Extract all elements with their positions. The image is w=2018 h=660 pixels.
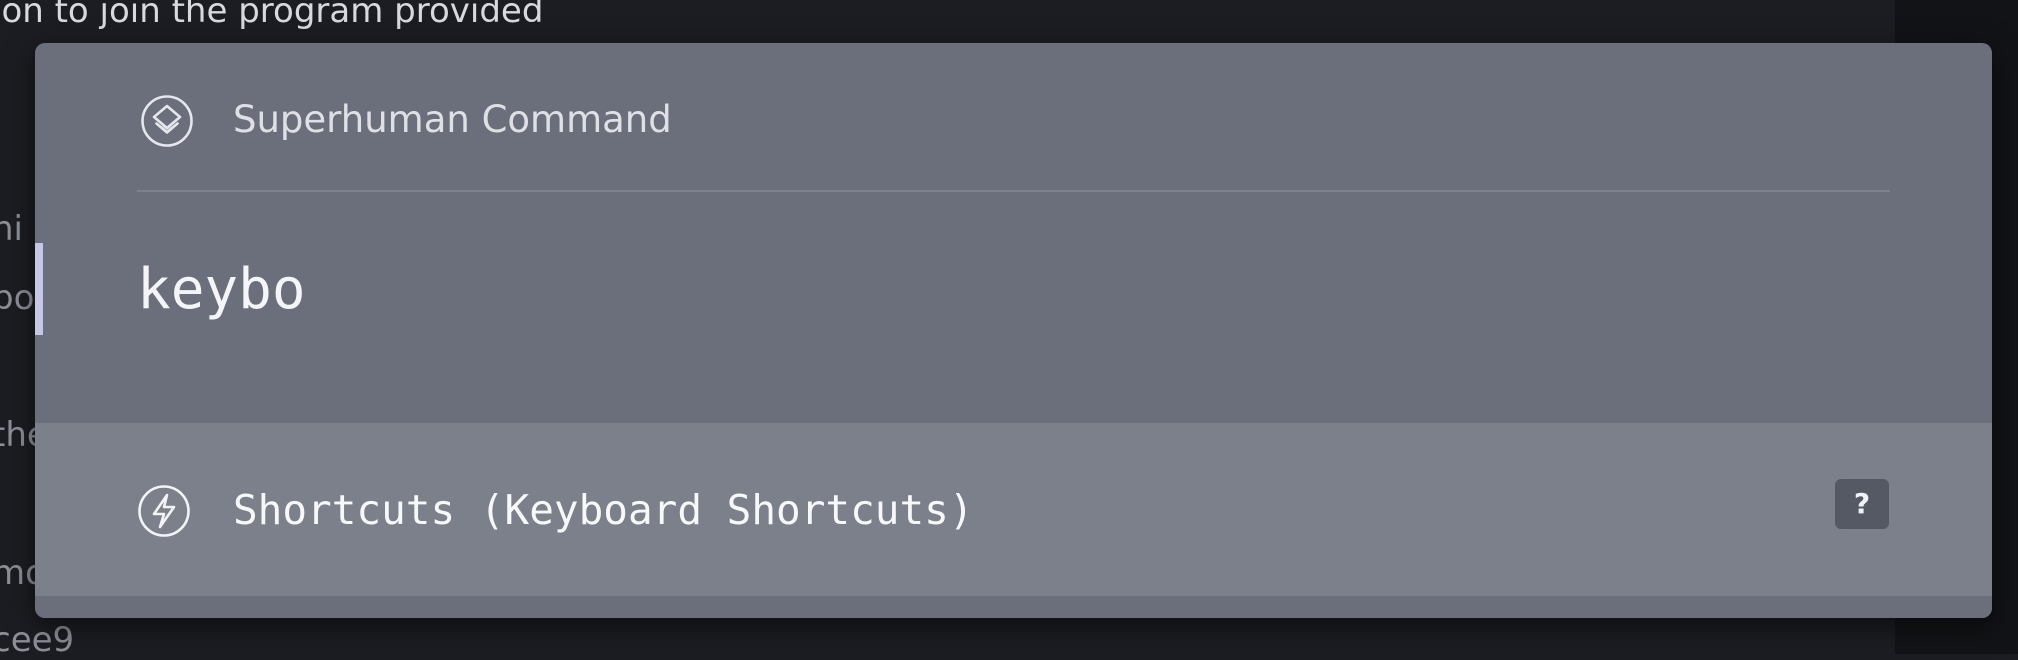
command-palette-header: Superhuman Command <box>35 43 1992 192</box>
lightning-bolt-icon <box>138 485 190 537</box>
superhuman-logo-icon <box>141 95 193 147</box>
email-body-fragment: hi <box>0 209 23 249</box>
header-divider <box>137 190 1890 192</box>
command-palette-footer <box>35 596 1992 618</box>
email-body-fragment: bo <box>0 278 35 318</box>
email-body-line: ion to join the program provided <box>0 0 544 31</box>
command-result-label: Shortcuts (Keyboard Shortcuts) <box>233 486 974 534</box>
command-palette: Superhuman Command Shortcuts (Keyboard S… <box>35 43 1992 618</box>
command-search-input[interactable] <box>137 245 1837 335</box>
email-body-fragment: cee9 <box>0 620 75 660</box>
command-input-row <box>35 243 1992 373</box>
command-result-item[interactable]: Shortcuts (Keyboard Shortcuts) ? <box>35 423 1992 596</box>
keyboard-shortcut-badge: ? <box>1835 479 1889 529</box>
command-palette-title: Superhuman Command <box>233 98 672 141</box>
active-row-indicator <box>35 243 43 335</box>
